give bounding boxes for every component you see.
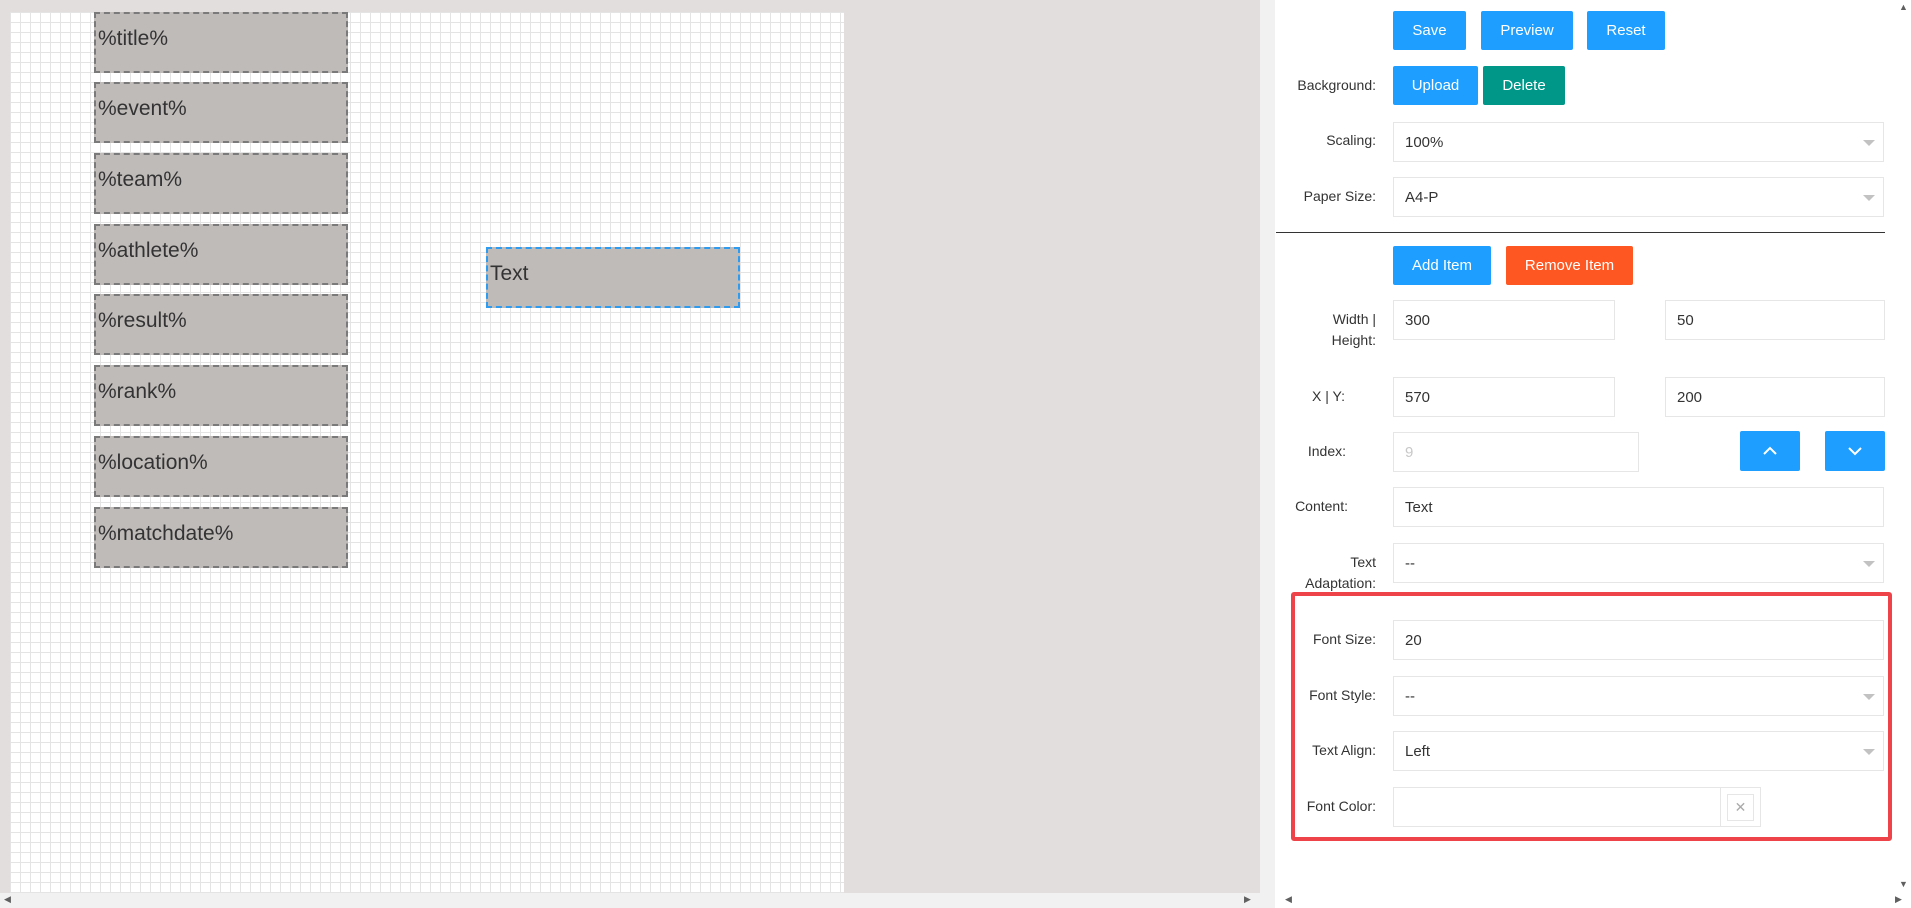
- pane-separator: [1260, 0, 1275, 908]
- color-picker-trigger[interactable]: ✕: [1720, 787, 1761, 827]
- paper-canvas[interactable]: %title% %event% %team% %athlete% %result…: [10, 12, 844, 896]
- x-input[interactable]: 570: [1393, 377, 1615, 417]
- field-team[interactable]: %team%: [94, 153, 348, 214]
- chevron-down-icon: [1863, 195, 1875, 201]
- content-input[interactable]: Text: [1393, 487, 1884, 527]
- add-item-button[interactable]: Add Item: [1393, 246, 1491, 285]
- upload-button[interactable]: Upload: [1393, 66, 1478, 105]
- position-label: X | Y:: [1312, 388, 1345, 404]
- chevron-down-icon: [1863, 561, 1875, 567]
- size-label-line1: Width |: [1332, 311, 1376, 327]
- font-style-select[interactable]: --: [1393, 676, 1884, 716]
- chevron-down-icon: [1863, 749, 1875, 755]
- font-color-input[interactable]: [1393, 787, 1721, 827]
- paper-size-select[interactable]: A4-P: [1393, 177, 1884, 217]
- font-size-input[interactable]: 20: [1393, 620, 1884, 660]
- reset-button[interactable]: Reset: [1587, 11, 1665, 50]
- field-event[interactable]: %event%: [94, 82, 348, 143]
- text-adaptation-select[interactable]: --: [1393, 543, 1884, 583]
- field-title[interactable]: %title%: [94, 12, 348, 73]
- delete-button[interactable]: Delete: [1483, 66, 1565, 105]
- index-label: Index:: [1307, 443, 1346, 459]
- chevron-down-icon: [1863, 140, 1875, 146]
- field-location[interactable]: %location%: [94, 436, 348, 497]
- preview-button[interactable]: Preview: [1481, 11, 1573, 50]
- index-input: 9: [1393, 432, 1639, 472]
- font-size-label: Font Size:: [1312, 631, 1376, 647]
- size-label: Width | Height:: [1280, 309, 1376, 351]
- scroll-right-icon[interactable]: ▶: [1244, 895, 1251, 904]
- text-align-label: Text Align:: [1312, 742, 1376, 758]
- font-color-label: Font Color:: [1306, 798, 1376, 814]
- canvas-pane: %title% %event% %team% %athlete% %result…: [0, 0, 1260, 908]
- save-button[interactable]: Save: [1393, 11, 1466, 50]
- paper-size-label: Paper Size:: [1303, 188, 1376, 204]
- scroll-right-icon[interactable]: ▶: [1895, 895, 1902, 904]
- selected-text-item[interactable]: Text: [486, 247, 740, 308]
- field-result[interactable]: %result%: [94, 294, 348, 355]
- text-adaptation-label-line1: Text: [1350, 554, 1376, 570]
- size-label-line2: Height:: [1331, 332, 1376, 348]
- field-rank[interactable]: %rank%: [94, 365, 348, 426]
- text-adaptation-label-line2: Adaptation:: [1305, 575, 1376, 591]
- scaling-select[interactable]: 100%: [1393, 122, 1884, 162]
- text-align-select[interactable]: Left: [1393, 731, 1884, 771]
- field-athlete[interactable]: %athlete%: [94, 224, 348, 285]
- width-input[interactable]: 300: [1393, 300, 1615, 340]
- field-matchdate[interactable]: %matchdate%: [94, 507, 348, 568]
- chevron-down-icon: [1863, 694, 1875, 700]
- move-down-button[interactable]: [1825, 431, 1885, 471]
- close-icon[interactable]: ✕: [1727, 794, 1754, 821]
- background-label: Background:: [1297, 77, 1376, 93]
- height-input[interactable]: 50: [1665, 300, 1885, 340]
- scroll-down-icon[interactable]: ▼: [1899, 880, 1908, 889]
- section-divider: [1276, 232, 1885, 233]
- paper-size-value: A4-P: [1405, 188, 1439, 206]
- chevron-up-icon: [1763, 446, 1777, 455]
- scroll-up-icon[interactable]: ▲: [1899, 3, 1908, 12]
- move-up-button[interactable]: [1740, 431, 1800, 471]
- content-label: Content:: [1295, 498, 1348, 514]
- text-adaptation-label: Text Adaptation:: [1280, 552, 1376, 594]
- remove-item-button[interactable]: Remove Item: [1506, 246, 1633, 285]
- scroll-left-icon[interactable]: ◀: [4, 895, 11, 904]
- canvas-horizontal-scrollbar[interactable]: ◀ ▶: [0, 893, 1260, 908]
- y-input[interactable]: 200: [1665, 377, 1885, 417]
- panel-horizontal-scrollbar[interactable]: ◀ ▶: [1275, 893, 1911, 908]
- scaling-label: Scaling:: [1326, 132, 1376, 148]
- font-style-label: Font Style:: [1309, 687, 1376, 703]
- scroll-left-icon[interactable]: ◀: [1285, 895, 1292, 904]
- text-align-value: Left: [1405, 742, 1431, 760]
- text-adaptation-value: --: [1405, 554, 1415, 572]
- chevron-down-icon: [1848, 447, 1862, 456]
- scaling-value: 100%: [1405, 133, 1444, 151]
- font-style-value: --: [1405, 687, 1415, 705]
- panel-vertical-scrollbar[interactable]: ▲ ▼: [1897, 0, 1911, 893]
